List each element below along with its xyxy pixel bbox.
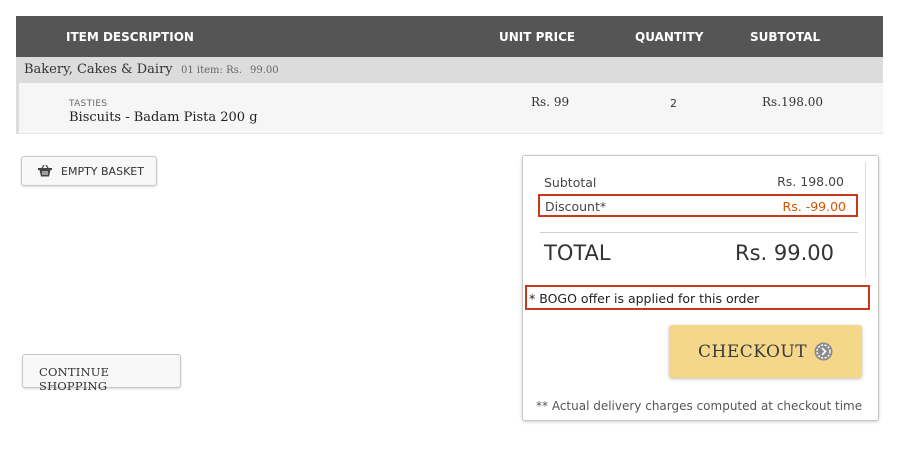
header-item-description: ITEM DESCRIPTION	[66, 30, 194, 44]
basket-icon	[38, 164, 52, 177]
continue-shopping-button[interactable]: CONTINUE SHOPPING	[22, 354, 181, 393]
cart-table-header: ITEM DESCRIPTION UNIT PRICE QUANTITY SUB…	[16, 16, 883, 57]
summary-discount-label: Discount*	[545, 199, 607, 214]
product-unit-price: Rs. 99	[531, 95, 570, 109]
arrow-circle-icon	[814, 342, 833, 361]
discount-highlight: Discount* Rs. -99.00	[538, 194, 858, 217]
summary-discount-value: Rs. -99.00	[782, 199, 846, 214]
product-subtotal: Rs.198.00	[762, 95, 823, 109]
continue-shopping-label: CONTINUE SHOPPING	[39, 365, 110, 393]
summary-subtotal-value: Rs. 198.00	[777, 174, 844, 189]
summary-vertical-divider	[865, 162, 866, 277]
product-name[interactable]: Biscuits - Badam Pista 200 g	[69, 110, 258, 125]
product-quantity[interactable]: 2	[670, 97, 677, 110]
checkout-label: CHECKOUT	[698, 342, 808, 362]
category-name: Bakery, Cakes & Dairy	[24, 62, 173, 77]
delivery-charges-note: ** Actual delivery charges computed at c…	[536, 399, 863, 413]
bogo-note-highlight: * BOGO offer is applied for this order	[525, 285, 870, 310]
table-row: TASTIES Biscuits - Badam Pista 200 g Rs.…	[16, 83, 883, 134]
checkout-button[interactable]: CHECKOUT	[669, 325, 862, 378]
empty-basket-button[interactable]: EMPTY BASKET	[21, 156, 157, 186]
product-brand: TASTIES	[69, 99, 108, 109]
bogo-note: * BOGO offer is applied for this order	[529, 291, 760, 306]
summary-total-value: Rs. 99.00	[734, 241, 834, 265]
header-subtotal: SUBTOTAL	[750, 30, 821, 44]
category-row: Bakery, Cakes & Dairy 01 item: Rs. 99.00	[16, 57, 883, 83]
summary-subtotal-label: Subtotal	[544, 175, 597, 190]
summary-divider	[540, 232, 858, 233]
category-total: 99.00	[250, 65, 279, 76]
summary-total-label: TOTAL	[544, 241, 611, 265]
header-unit-price: UNIT PRICE	[499, 30, 576, 44]
category-item-count: 01 item: Rs.	[181, 65, 242, 76]
header-quantity: QUANTITY	[635, 30, 704, 44]
empty-basket-label: EMPTY BASKET	[61, 165, 144, 178]
